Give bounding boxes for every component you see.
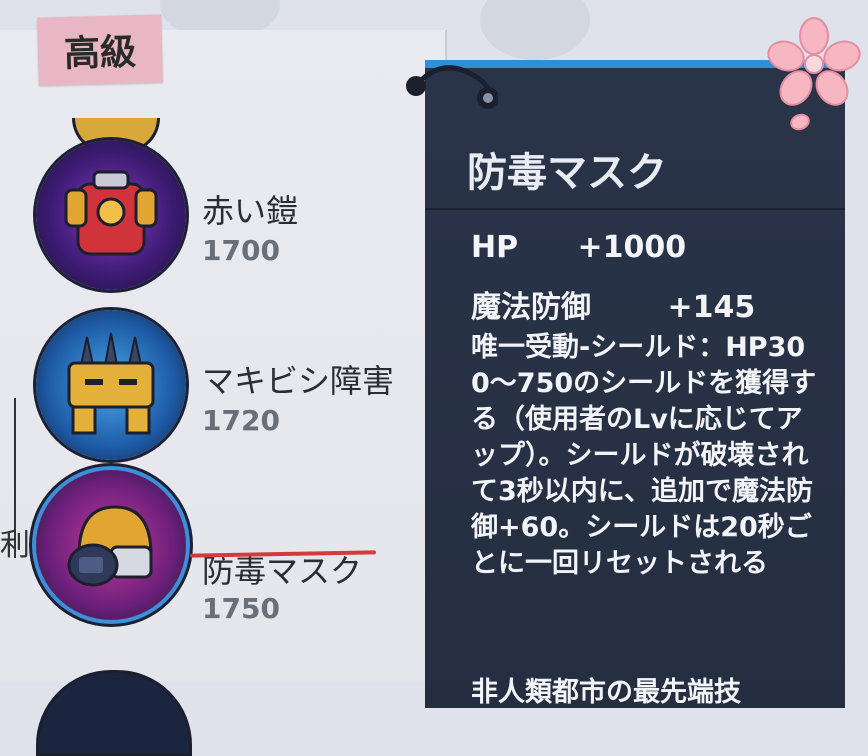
stat-value: +1000 bbox=[577, 230, 687, 265]
tooltip-divider bbox=[425, 208, 845, 210]
item-icon-partial[interactable] bbox=[36, 670, 192, 756]
item-name: 赤い鎧 bbox=[202, 192, 299, 230]
red-armor-icon bbox=[36, 140, 186, 290]
tooltip-title: 防毒マスク bbox=[467, 150, 667, 196]
item-gas-mask[interactable]: 防毒マスク 1750 bbox=[36, 470, 436, 625]
background-decoration bbox=[480, 0, 590, 60]
item-cost: 1750 bbox=[202, 592, 280, 625]
spiked-barrier-icon bbox=[36, 310, 186, 460]
item-name: マキビシ障害 bbox=[202, 362, 395, 400]
previous-column-text: 利 bbox=[0, 528, 30, 563]
gas-mask-icon bbox=[36, 470, 186, 620]
stat-hp: HP +1000 bbox=[471, 230, 686, 265]
item-cost: 1700 bbox=[202, 234, 280, 267]
item-cost: 1720 bbox=[202, 404, 280, 437]
sakura-flower-icon bbox=[767, 17, 861, 131]
hook-icon bbox=[406, 65, 498, 109]
item-detail-tooltip: 防毒マスク HP +1000 魔法防御 +145 唯一受動-シールド：HP300… bbox=[425, 60, 845, 708]
stat-label: HP bbox=[471, 230, 519, 265]
item-list-panel[interactable]: 赤い鎧 1700 マキビシ障害 1720 防毒マスク 1750 bbox=[0, 30, 447, 756]
stat-magic-defense: 魔法防御 +145 bbox=[471, 282, 755, 326]
tooltip-description-cut: 非人類都市の最先端技 bbox=[471, 677, 741, 708]
stat-value: +145 bbox=[667, 290, 756, 325]
tier-tag: 高級 bbox=[37, 14, 163, 86]
tooltip-description: 唯一受動-シールド：HP300～750のシールドを獲得する（使用者のLvに応じて… bbox=[471, 332, 817, 579]
item-spiked-barrier[interactable]: マキビシ障害 1720 bbox=[36, 310, 436, 460]
item-red-armor[interactable]: 赤い鎧 1700 bbox=[36, 140, 436, 290]
stat-label: 魔法防御 bbox=[471, 290, 591, 325]
